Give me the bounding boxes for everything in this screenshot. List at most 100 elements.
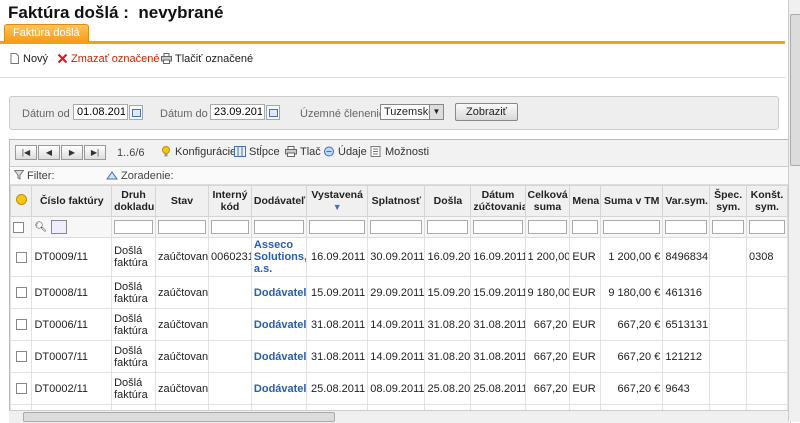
row-checkbox[interactable] [16, 383, 27, 394]
column-header[interactable]: Došla [425, 186, 471, 217]
supplier-link[interactable]: Asseco Solutions, a.s. [254, 239, 307, 275]
column-header[interactable]: Mena [570, 186, 601, 217]
column-header[interactable]: Var.sym. [663, 186, 710, 217]
column-header[interactable]: Druh dokladu [112, 186, 156, 217]
date-from-calendar-icon[interactable] [129, 105, 143, 120]
vertical-scrollbar[interactable] [788, 0, 800, 422]
column-header[interactable]: Konšt. sym. [747, 186, 788, 217]
search-icon[interactable]: 🔍︎ [34, 222, 47, 233]
filter-cell [155, 217, 208, 238]
table-cell-mena: EUR [570, 341, 601, 373]
column-filter-input[interactable] [254, 220, 304, 234]
configurations-button[interactable]: Konfigurácie [160, 146, 236, 158]
table-cell-splatnost: 08.09.2011 [368, 373, 425, 405]
options-button[interactable]: Možnosti [370, 146, 429, 158]
delete-selected-button[interactable]: Zmazať označené [57, 50, 160, 68]
printer-icon [285, 146, 297, 157]
column-filter-input[interactable] [158, 220, 206, 234]
table-row[interactable]: DT0006/11Došlá faktúrazaúčtovanáDodávate… [11, 309, 788, 341]
row-checkbox[interactable] [16, 319, 27, 330]
sort-label: Zoradenie: [121, 170, 174, 182]
column-filter-input[interactable] [712, 220, 744, 234]
column-header[interactable]: Špec. sym. [710, 186, 747, 217]
column-filter-input[interactable] [603, 220, 660, 234]
table-cell-druh: Došlá faktúra [112, 277, 156, 309]
table-row[interactable]: DT0008/11Došlá faktúrazaúčtovanáDodávate… [11, 277, 788, 309]
filter-cell [663, 217, 710, 238]
column-filter-input[interactable] [528, 220, 568, 234]
row-checkbox[interactable] [16, 351, 27, 362]
column-header[interactable]: Dodávateľ [251, 186, 306, 217]
table-cell-konstsym [747, 277, 788, 309]
region-select[interactable]: Tuzemsko ▼ [380, 104, 444, 120]
horizontal-scrollbar[interactable] [9, 410, 788, 423]
data-refresh-icon [323, 146, 335, 157]
table-cell-suma: 667,20 [525, 373, 570, 405]
column-filter-input[interactable] [114, 220, 153, 234]
table-cell-mena: EUR [570, 238, 601, 277]
vertical-scroll-thumb[interactable] [790, 14, 800, 166]
column-filter-input[interactable] [427, 220, 468, 234]
table-cell-vystavena: 31.08.2011 [307, 341, 368, 373]
column-filter-input[interactable] [749, 220, 785, 234]
select-all-header[interactable] [11, 186, 32, 217]
table-cell-varsym: 8496834 [663, 238, 710, 277]
row-checkbox[interactable] [16, 287, 27, 298]
date-to-input[interactable] [210, 104, 265, 120]
prev-page-icon[interactable]: ◀ [38, 145, 60, 160]
status-dot-icon [16, 194, 27, 205]
table-cell-specsym [710, 341, 747, 373]
table-row[interactable]: DT0009/11Došlá faktúrazaúčtovaná00602311… [11, 238, 788, 277]
clear-filter-icon[interactable] [51, 220, 67, 234]
column-header[interactable]: Celková suma [525, 186, 570, 217]
last-page-icon[interactable]: ▶| [84, 145, 106, 160]
filter-cell [570, 217, 601, 238]
column-filter-input[interactable] [572, 220, 598, 234]
column-header-sorted[interactable]: Vystavená ▼ [307, 186, 368, 217]
row-checkbox[interactable] [16, 252, 27, 263]
table-row[interactable]: DT0007/11Došlá faktúrazaúčtovanáDodávate… [11, 341, 788, 373]
supplier-link[interactable]: Dodávateľ [254, 319, 307, 331]
column-header[interactable]: Stav [155, 186, 208, 217]
columns-button[interactable]: Stĺpce [234, 146, 280, 158]
table-cell-dodavatel: Dodávateľ [251, 277, 306, 309]
table-cell-dosla: 25.08.2011 [425, 373, 471, 405]
column-header[interactable]: Dátum zúčtovania [471, 186, 525, 217]
filter-status[interactable]: Filter: [14, 170, 55, 182]
column-filter-input[interactable] [370, 220, 422, 234]
supplier-link[interactable]: Dodávateľ [254, 383, 307, 395]
table-cell-splatnost: 30.09.2011 [368, 238, 425, 277]
column-header[interactable]: Splatnosť [368, 186, 425, 217]
table-cell-vystavena: 16.09.2011 [307, 238, 368, 277]
date-to-calendar-icon[interactable] [266, 105, 280, 120]
column-header[interactable]: Číslo faktúry [32, 186, 112, 217]
tab-faktura-dosla[interactable]: Faktúra došlá [4, 24, 89, 42]
column-filter-input[interactable] [473, 220, 522, 234]
next-page-icon[interactable]: ▶ [61, 145, 83, 160]
date-from-input[interactable] [73, 104, 128, 120]
table-cell-suma_tm: 667,20 € [601, 341, 663, 373]
column-header[interactable]: Interný kód [209, 186, 252, 217]
sort-status[interactable]: Zoradenie: [106, 170, 174, 182]
supplier-link[interactable]: Dodávateľ [254, 287, 307, 299]
table-row[interactable]: DT0002/11Došlá faktúrazaúčtovanáDodávate… [11, 373, 788, 405]
filter-cell: 🔍︎ [32, 217, 112, 238]
column-header[interactable]: Suma v TM [601, 186, 663, 217]
table-cell-druh: Došlá faktúra [112, 238, 156, 277]
data-button[interactable]: Údaje [323, 146, 367, 158]
select-all-checkbox[interactable] [13, 222, 24, 233]
column-filter-input[interactable] [211, 220, 249, 234]
table-cell-varsym: 121212 [663, 341, 710, 373]
table-cell-konstsym [747, 373, 788, 405]
horizontal-scroll-thumb[interactable] [23, 412, 335, 422]
print-grid-button[interactable]: Tlač [285, 146, 321, 158]
supplier-link[interactable]: Dodávateľ [254, 351, 307, 363]
delete-x-icon [57, 53, 68, 64]
show-button[interactable]: Zobraziť [455, 103, 518, 121]
table-cell-dosla: 31.08.2011 [425, 309, 471, 341]
column-filter-input[interactable] [665, 220, 707, 234]
column-filter-input[interactable] [309, 220, 365, 234]
print-selected-button[interactable]: Tlačiť označené [161, 50, 253, 68]
first-page-icon[interactable]: |◀ [15, 145, 37, 160]
new-button[interactable]: Nový [9, 50, 48, 68]
